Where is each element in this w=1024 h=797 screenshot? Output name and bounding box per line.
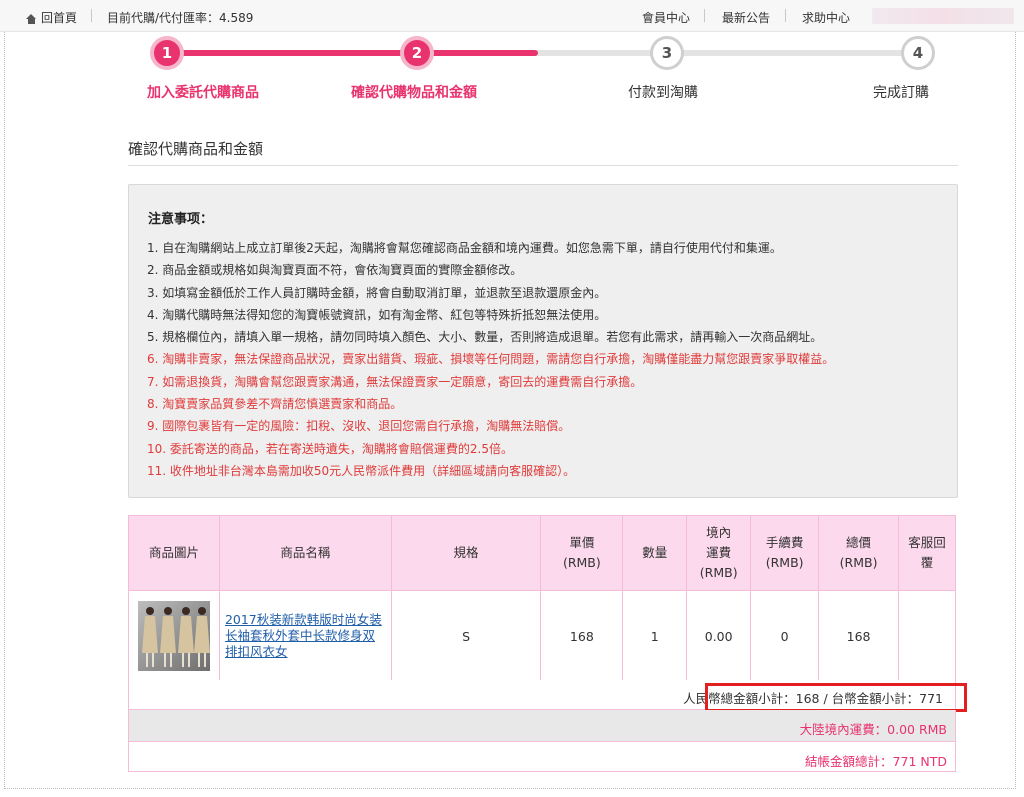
fee-cell: 0 — [750, 590, 820, 682]
divider — [785, 9, 786, 22]
news-link[interactable]: 最新公告 — [722, 9, 770, 26]
shipping-cell: 0.00 — [686, 590, 752, 682]
member-center-link[interactable]: 會員中心 — [642, 9, 690, 26]
notice-item: 2. 商品金額或規格如與淘寶頁面不符，會依淘寶頁面的實際金額修改。 — [147, 263, 523, 278]
notice-item-warning: 9. 國際包裹皆有一定的風險：扣稅、沒收、退回您需自行承擔，淘購無法賠償。 — [147, 419, 571, 434]
home-icon — [26, 14, 37, 24]
step-3-circle: 3 — [650, 36, 684, 70]
spec-cell: S — [390, 590, 542, 682]
notice-item: 3. 如填寫金額低於工作人員訂購時金額，將會自動取消訂單，並退款至退款還原金內。 — [147, 285, 607, 300]
step-3-label: 付款到淘購 — [628, 85, 698, 101]
col-header-fee: 手續費 (RMB) — [750, 515, 820, 591]
notice-title: 注意事项： — [148, 212, 214, 227]
step-4-circle: 4 — [901, 36, 935, 70]
notice-item: 1. 自在淘購網站上成立訂單後2天起，淘購將會幫您確認商品金額和境內運費。如您急… — [147, 241, 782, 255]
col-header-spec: 規格 — [390, 515, 542, 591]
total-cell: 168 — [818, 590, 900, 682]
step-2-label: 確認代購物品和金額 — [351, 85, 477, 101]
product-name-link[interactable]: 2017秋装新款韩版时尚女装长袖套秋外套中长款修身双排扣风衣女 — [221, 612, 390, 660]
price-cell: 168 — [540, 590, 624, 682]
blurred-username — [872, 8, 1014, 24]
home-link[interactable]: 回首頁 — [26, 9, 77, 26]
notice-item-warning: 11. 收件地址非台灣本島需加收50元人民幣派件費用（詳細區域請向客服確認）。 — [147, 463, 576, 478]
top-bar: 回首頁 目前代購/代付匯率：4.589 會員中心 最新公告 求助中心 — [0, 0, 1024, 32]
notice-item-warning: 6. 淘購非賣家，無法保證商品狀況，賣家出錯貨、瑕疵、損壞等任何問題，需請您自行… — [147, 352, 835, 367]
step-2-circle: 2 — [400, 36, 434, 70]
grand-total-row: 結帳金額總計：771 NTD — [128, 742, 956, 772]
col-header-shipping: 境內 運費 (RMB) — [686, 515, 752, 591]
order-items-table: 商品圖片 商品名稱 規格 單價 (RMB) 數量 境內 運費 (RMB) 手續費… — [128, 515, 956, 682]
col-header-total: 總價 (RMB) — [818, 515, 900, 591]
product-image[interactable] — [137, 601, 210, 671]
mainland-shipping-text: 大陸境內運費：0.00 RMB — [799, 722, 947, 737]
step-1-circle: 1 — [150, 36, 184, 70]
col-header-image: 商品圖片 — [128, 515, 220, 591]
subtotal-highlight-box — [705, 683, 967, 712]
grand-total-text: 結帳金額總計：771 NTD — [805, 754, 947, 769]
progress-fill — [168, 50, 538, 56]
col-header-reply: 客服回 覆 — [898, 515, 956, 591]
notice-item-warning: 8. 淘寶賣家品質參差不齊請您慎選賣家和商品。 — [147, 397, 403, 412]
notice-box: 注意事项： 1. 自在淘購網站上成立訂單後2天起，淘購將會幫您確認商品金額和境內… — [128, 184, 958, 498]
section-title: 確認代購商品和金額 — [128, 140, 264, 158]
help-center-link[interactable]: 求助中心 — [802, 9, 850, 26]
divider — [704, 9, 705, 22]
product-photo — [137, 601, 210, 671]
section-divider — [128, 165, 958, 166]
mainland-shipping-row: 大陸境內運費：0.00 RMB — [128, 710, 956, 742]
col-header-qty: 數量 — [622, 515, 688, 591]
divider — [91, 9, 92, 22]
col-header-price: 單價 (RMB) — [540, 515, 624, 591]
qty-cell: 1 — [622, 590, 688, 682]
reply-cell — [898, 590, 956, 682]
notice-item: 5. 規格欄位內，請填入單一規格，請勿同時填入顏色、大小、數量，否則將造成退單。… — [147, 330, 823, 345]
notice-item: 4. 淘購代購時無法得知您的淘寶帳號資訊，如有淘金幣、紅包等特殊折抵恕無法使用。 — [147, 307, 607, 322]
col-header-name: 商品名稱 — [218, 515, 392, 591]
product-image-cell — [128, 590, 220, 682]
table-row: 2017秋装新款韩版时尚女装长袖套秋外套中长款修身双排扣风衣女 S 168 1 … — [128, 590, 956, 682]
product-name-cell: 2017秋装新款韩版时尚女装长袖套秋外套中长款修身双排扣风衣女 — [218, 590, 392, 682]
step-4-label: 完成訂購 — [873, 85, 929, 101]
notice-item-warning: 7. 如需退換貨，淘購會幫您跟賣家溝通，無法保證賣家一定願意，寄回去的運費需自行… — [147, 374, 643, 389]
table-header-row: 商品圖片 商品名稱 規格 單價 (RMB) 數量 境內 運費 (RMB) 手續費… — [128, 515, 956, 591]
progress-steps: 1 2 3 4 加入委託代購商品 確認代購物品和金額 付款到淘購 完成訂購 — [0, 34, 1024, 114]
exchange-rate: 目前代購/代付匯率：4.589 — [107, 11, 254, 25]
notice-list: 1. 自在淘購網站上成立訂單後2天起，淘購將會幫您確認商品金額和境內運費。如您急… — [147, 237, 834, 482]
step-1-label: 加入委託代購商品 — [147, 85, 259, 101]
notice-item-warning: 10. 委託寄送的商品，若在寄送時遺失，淘購將會賠償運費的2.5倍。 — [147, 441, 513, 456]
